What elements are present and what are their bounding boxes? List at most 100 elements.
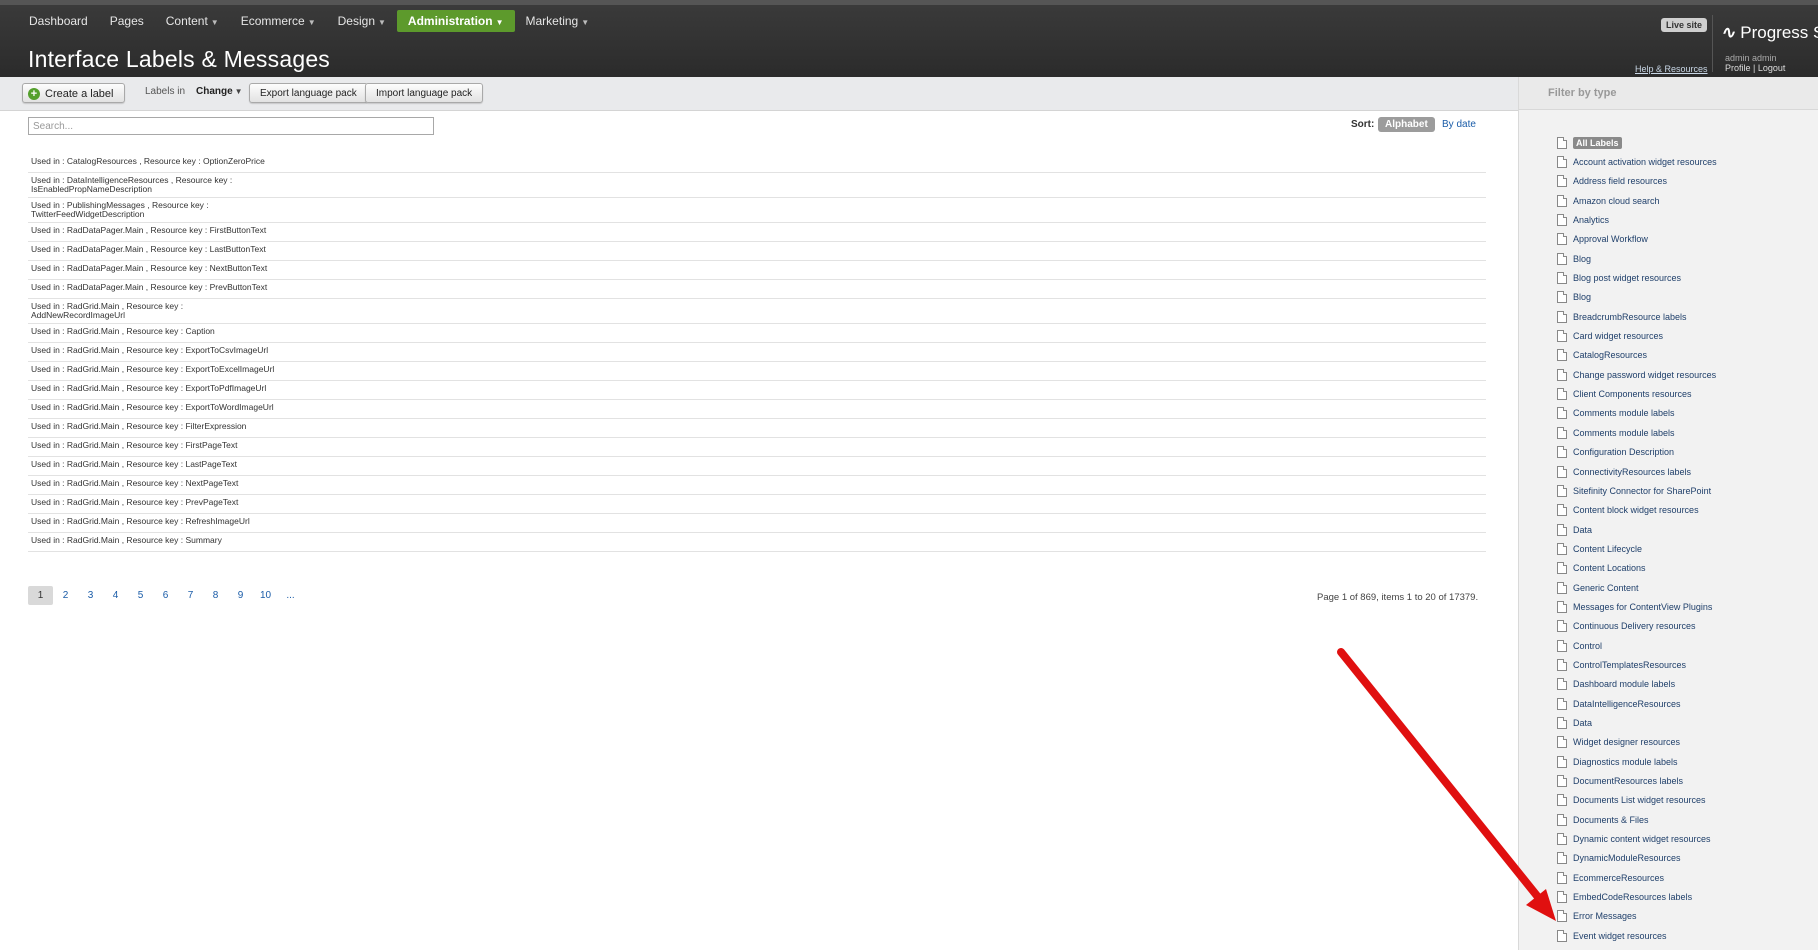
page-link-5[interactable]: 5	[128, 586, 153, 605]
filter-item[interactable]: Approval Workflow	[1557, 230, 1717, 249]
list-item[interactable]: Used in : RadGrid.Main , Resource key : …	[28, 343, 1486, 362]
filter-item[interactable]: CatalogResources	[1557, 346, 1717, 365]
nav-item-administration[interactable]: Administration ▼	[396, 10, 515, 32]
filter-item[interactable]: EcommerceResources	[1557, 868, 1717, 887]
filter-item[interactable]: Content Locations	[1557, 559, 1717, 578]
page-link-more[interactable]: ...	[278, 586, 303, 605]
list-item[interactable]: Used in : DataIntelligenceResources , Re…	[28, 173, 1486, 198]
page-link-2[interactable]: 2	[53, 586, 78, 605]
logout-link[interactable]: Logout	[1758, 63, 1786, 73]
page-link-10[interactable]: 10	[253, 586, 278, 605]
list-item[interactable]: Used in : RadGrid.Main , Resource key : …	[28, 533, 1486, 552]
filter-item[interactable]: Control	[1557, 636, 1717, 655]
live-site-button[interactable]: Live site	[1661, 18, 1708, 32]
import-language-pack-button[interactable]: Import language pack	[365, 83, 484, 103]
filter-item[interactable]: Data	[1557, 713, 1717, 732]
search-input[interactable]	[28, 117, 434, 135]
sort-alphabet-button[interactable]: Alphabet	[1378, 117, 1435, 132]
filter-item[interactable]: Analytics	[1557, 210, 1717, 229]
help-resources-link[interactable]: Help & Resources	[1635, 64, 1708, 74]
nav-item-ecommerce[interactable]: Ecommerce ▼	[230, 10, 327, 32]
filter-item[interactable]: DocumentResources labels	[1557, 771, 1717, 790]
filter-item[interactable]: Configuration Description	[1557, 443, 1717, 462]
document-icon	[1557, 891, 1567, 904]
filter-item[interactable]: Comments module labels	[1557, 423, 1717, 442]
filter-item[interactable]: Comments module labels	[1557, 404, 1717, 423]
filter-item[interactable]: Diagnostics module labels	[1557, 752, 1717, 771]
page-link-1[interactable]: 1	[28, 586, 53, 605]
profile-link[interactable]: Profile	[1725, 63, 1751, 73]
list-item[interactable]: Used in : RadGrid.Main , Resource key : …	[28, 299, 1486, 324]
filter-item-label: Amazon cloud search	[1573, 195, 1660, 206]
page-link-6[interactable]: 6	[153, 586, 178, 605]
list-item[interactable]: Used in : RadDataPager.Main , Resource k…	[28, 242, 1486, 261]
list-item[interactable]: Used in : RadGrid.Main , Resource key : …	[28, 419, 1486, 438]
sort-label: Sort:	[1351, 119, 1375, 130]
list-item[interactable]: Used in : RadGrid.Main , Resource key : …	[28, 438, 1486, 457]
filter-item[interactable]: Blog post widget resources	[1557, 268, 1717, 287]
filter-item[interactable]: Account activation widget resources	[1557, 152, 1717, 171]
filter-item[interactable]: Content Lifecycle	[1557, 539, 1717, 558]
filter-item[interactable]: BreadcrumbResource labels	[1557, 307, 1717, 326]
filter-item[interactable]: Amazon cloud search	[1557, 191, 1717, 210]
nav-item-label: Pages	[109, 14, 144, 28]
page-link-3[interactable]: 3	[78, 586, 103, 605]
filter-item[interactable]: Blog	[1557, 288, 1717, 307]
filter-item[interactable]: DataIntelligenceResources	[1557, 694, 1717, 713]
filter-item[interactable]: Card widget resources	[1557, 326, 1717, 345]
filter-item[interactable]: Data	[1557, 520, 1717, 539]
filter-item[interactable]: DynamicModuleResources	[1557, 849, 1717, 868]
filter-item[interactable]: Event widget resources	[1557, 926, 1717, 945]
create-label-button[interactable]: + Create a label	[22, 83, 125, 103]
list-item[interactable]: Used in : RadGrid.Main , Resource key : …	[28, 457, 1486, 476]
list-item[interactable]: Used in : RadGrid.Main , Resource key : …	[28, 362, 1486, 381]
document-icon	[1557, 368, 1567, 381]
filter-item[interactable]: Client Components resources	[1557, 384, 1717, 403]
filter-item[interactable]: Messages for ContentView Plugins	[1557, 597, 1717, 616]
export-language-pack-button[interactable]: Export language pack	[249, 83, 368, 103]
nav-item-marketing[interactable]: Marketing ▼	[515, 10, 601, 32]
list-item[interactable]: Used in : RadDataPager.Main , Resource k…	[28, 261, 1486, 280]
filter-item[interactable]: ControlTemplatesResources	[1557, 655, 1717, 674]
page-link-9[interactable]: 9	[228, 586, 253, 605]
filter-item[interactable]: ConnectivityResources labels	[1557, 462, 1717, 481]
filter-item[interactable]: Widget designer resources	[1557, 733, 1717, 752]
filter-item[interactable]: Documents & Files	[1557, 810, 1717, 829]
filter-item[interactable]: EmbedCodeResources labels	[1557, 887, 1717, 906]
filter-item-label: Dashboard module labels	[1573, 679, 1676, 690]
list-item[interactable]: Used in : CatalogResources , Resource ke…	[28, 154, 1486, 173]
filter-item[interactable]: Content block widget resources	[1557, 501, 1717, 520]
list-item[interactable]: Used in : RadGrid.Main , Resource key : …	[28, 400, 1486, 419]
list-item[interactable]: Used in : RadGrid.Main , Resource key : …	[28, 495, 1486, 514]
document-icon	[1557, 272, 1567, 285]
filter-item[interactable]: Sitefinity Connector for SharePoint	[1557, 481, 1717, 500]
toolbar: + Create a label Labels in Change ▼ Export…	[0, 77, 1518, 111]
filter-item[interactable]: Error Messages	[1557, 907, 1717, 926]
page-link-7[interactable]: 7	[178, 586, 203, 605]
filter-item[interactable]: Address field resources	[1557, 172, 1717, 191]
nav-item-content[interactable]: Content ▼	[155, 10, 230, 32]
nav-item-dashboard[interactable]: Dashboard	[18, 10, 99, 32]
list-item[interactable]: Used in : RadDataPager.Main , Resource k…	[28, 280, 1486, 299]
page-link-4[interactable]: 4	[103, 586, 128, 605]
nav-item-pages[interactable]: Pages	[99, 10, 155, 32]
filter-item[interactable]: Documents List widget resources	[1557, 791, 1717, 810]
filter-item-label: Blog	[1573, 292, 1592, 303]
list-item[interactable]: Used in : RadDataPager.Main , Resource k…	[28, 223, 1486, 242]
filter-item[interactable]: Generic Content	[1557, 578, 1717, 597]
nav-item-design[interactable]: Design ▼	[327, 10, 397, 32]
filter-item[interactable]: Continuous Delivery resources	[1557, 617, 1717, 636]
list-item[interactable]: Used in : PublishingMessages , Resource …	[28, 198, 1486, 223]
change-language-dropdown[interactable]: Change ▼	[196, 86, 243, 97]
filter-item[interactable]: Change password widget resources	[1557, 365, 1717, 384]
page-link-8[interactable]: 8	[203, 586, 228, 605]
list-item[interactable]: Used in : RadGrid.Main , Resource key : …	[28, 324, 1486, 343]
list-item[interactable]: Used in : RadGrid.Main , Resource key : …	[28, 381, 1486, 400]
filter-item[interactable]: Blog	[1557, 249, 1717, 268]
filter-item[interactable]: Dynamic content widget resources	[1557, 829, 1717, 848]
filter-item[interactable]: Dashboard module labels	[1557, 675, 1717, 694]
list-item[interactable]: Used in : RadGrid.Main , Resource key : …	[28, 476, 1486, 495]
list-item[interactable]: Used in : RadGrid.Main , Resource key : …	[28, 514, 1486, 533]
sort-by-date-link[interactable]: By date	[1442, 119, 1476, 130]
filter-item[interactable]: All Labels	[1557, 133, 1717, 152]
